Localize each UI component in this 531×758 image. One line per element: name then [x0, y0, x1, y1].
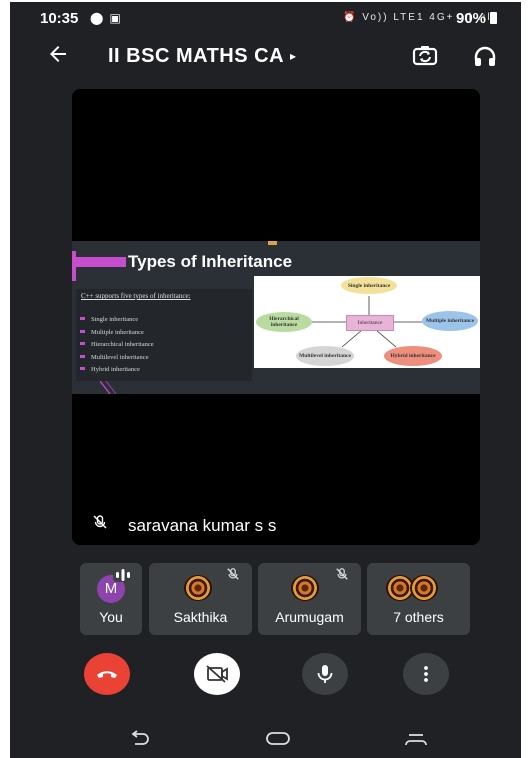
list-item: Hybrid inheritance — [80, 366, 154, 379]
participant-name: Arumugam — [275, 609, 344, 625]
avatar — [291, 575, 319, 601]
mic-off-icon — [92, 514, 110, 533]
participant-name: You — [99, 609, 123, 625]
phone-hangup-icon — [97, 671, 117, 678]
meeting-title-text: II BSC MATHS CA — [108, 45, 285, 67]
slide-intro: C++ supports five types of inheritance: — [81, 292, 191, 300]
slide-title: Types of Inheritance — [128, 252, 293, 271]
list-item: Multiple inheritance — [80, 329, 154, 342]
node-hybrid: Hybrid inheritance — [384, 346, 442, 366]
node-hierarchical: Hierarchical inheritance — [256, 312, 312, 332]
participant-tile-others[interactable]: 7 others — [367, 563, 470, 635]
status-bar: 10:35 ⬤▣ ⏰ Vo)) LTE1 4G+ .ıl .ıl 90% — [10, 2, 521, 36]
microphone-icon — [317, 665, 333, 683]
list-item: Multilevel inheritance — [80, 354, 154, 367]
switch-camera-icon[interactable] — [412, 43, 438, 69]
battery-text: 90% — [456, 10, 487, 27]
phone-screen: 10:35 ⬤▣ ⏰ Vo)) LTE1 4G+ .ıl .ıl 90% II … — [10, 2, 521, 758]
avatar — [184, 575, 212, 601]
headphones-icon[interactable] — [472, 43, 498, 69]
presenter-caption: saravana kumar s s — [92, 514, 276, 536]
system-navigation-bar — [10, 726, 521, 758]
more-options-button[interactable] — [403, 653, 449, 695]
participant-name: Sakthika — [173, 609, 228, 625]
slide-marker — [268, 241, 277, 245]
participant-name: 7 others — [393, 609, 444, 625]
slide-accent-stripe — [72, 257, 126, 267]
node-center: Inheritance — [346, 315, 394, 331]
node-single: Single inheritance — [341, 277, 397, 294]
microphone-button[interactable] — [302, 653, 348, 695]
notification-icons: ⬤▣ — [90, 11, 127, 25]
mic-off-icon — [226, 567, 240, 584]
alarm-icon: ⏰ — [343, 12, 358, 23]
video-off-icon — [206, 665, 228, 683]
back-arrow-icon[interactable] — [46, 42, 70, 73]
end-call-button[interactable] — [84, 653, 130, 695]
mic-off-icon — [335, 567, 349, 584]
avatar — [410, 575, 438, 601]
node-multiple: Multiple inheritance — [422, 311, 478, 331]
list-item: Single inheritance — [80, 316, 154, 329]
shared-slide: Types of Inheritance C++ supports five t… — [72, 241, 480, 394]
camera-toggle-button[interactable] — [194, 653, 240, 695]
battery-icon — [490, 12, 498, 24]
participant-tile-you[interactable]: M You — [80, 563, 142, 635]
battery-indicator: 90% — [456, 10, 498, 27]
message-icon: ▣ — [109, 11, 127, 25]
inheritance-diagram: Single inheritance Hierarchical inherita… — [254, 276, 480, 368]
presenter-name: saravana kumar s s — [128, 516, 277, 535]
meeting-title[interactable]: II BSC MATHS CA ▸ — [108, 45, 297, 68]
app-bar: II BSC MATHS CA ▸ — [10, 36, 521, 82]
recents-nav-icon[interactable] — [402, 726, 430, 752]
speaking-indicator-icon — [113, 568, 133, 582]
location-icon: ⬤ — [90, 11, 110, 25]
home-nav-icon[interactable] — [264, 726, 292, 752]
slide-decoration — [100, 381, 117, 394]
more-vertical-icon — [424, 666, 428, 682]
back-nav-icon[interactable] — [125, 726, 153, 752]
status-time: 10:35 — [40, 10, 79, 27]
inheritance-list: Single inheritance Multiple inheritance … — [80, 316, 154, 379]
chevron-right-icon: ▸ — [290, 49, 297, 63]
list-item: Hierarchical inheritance — [80, 341, 154, 354]
participant-tile-sakthika[interactable]: Sakthika — [149, 563, 252, 635]
participant-tile-arumugam[interactable]: Arumugam — [258, 563, 361, 635]
node-multilevel: Multilevel inheritance — [296, 346, 354, 366]
presenter-tile[interactable]: Types of Inheritance C++ supports five t… — [72, 89, 480, 545]
